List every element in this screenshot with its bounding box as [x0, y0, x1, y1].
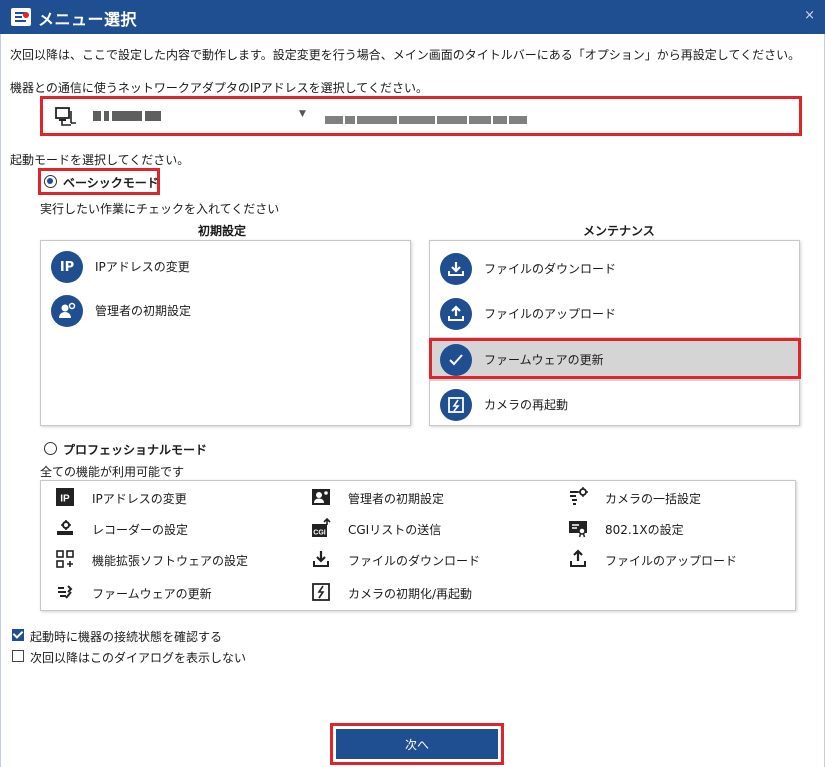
next-button[interactable]: 次へ: [336, 729, 498, 759]
app-logo-icon: [11, 8, 31, 26]
professional-functions-panel: IP IPアドレスの変更 レコーダーの設定 機能拡張ソフトウェアの設定 ファーム…: [40, 480, 796, 611]
check-connection-label[interactable]: 起動時に機器の接続状態を確認する: [30, 628, 222, 645]
initial-item-ip-change[interactable]: IP IPアドレスの変更: [41, 244, 410, 288]
pro-item-label: CGIリストの送信: [348, 523, 442, 537]
initial-settings-panel: IP IPアドレスの変更 管理者の初期設定: [40, 240, 411, 426]
professional-mode-radio[interactable]: [44, 442, 57, 455]
maint-item-upload[interactable]: ファイルのアップロード: [430, 291, 799, 335]
maint-item-label: ファイルのダウンロード: [484, 262, 617, 276]
admin-user-icon: [51, 295, 83, 327]
title-bar: メニュー選択 ×: [0, 0, 825, 34]
svg-text:CGI: CGI: [313, 530, 326, 537]
hide-dialog-checkbox[interactable]: [12, 650, 24, 662]
firmware-update-icon: [54, 582, 76, 602]
computer-network-icon: [55, 107, 76, 126]
adapter-select[interactable]: ▼: [40, 96, 802, 136]
admin-user-icon: [310, 487, 332, 507]
basic-mode-hint: 実行したい作業にチェックを入れてください: [40, 202, 280, 216]
chevron-down-icon[interactable]: ▼: [299, 109, 306, 119]
pro-item-label: 802.1Xの設定: [605, 523, 684, 537]
check-connection-checkbox[interactable]: [12, 629, 24, 641]
maint-item-restart[interactable]: カメラの再起動: [430, 382, 799, 426]
close-icon[interactable]: ×: [804, 8, 815, 23]
hide-dialog-label[interactable]: 次回以降はこのダイアログを表示しない: [30, 649, 246, 666]
pro-item-label: 機能拡張ソフトウェアの設定: [92, 554, 249, 568]
maint-item-label: ファイルのアップロード: [484, 307, 617, 321]
pro-item-label: 管理者の初期設定: [348, 492, 445, 506]
adapter-selected-value: [93, 108, 164, 122]
firmware-highlight: [429, 338, 801, 379]
pro-item-label: レコーダーの設定: [92, 523, 189, 537]
download-icon: [310, 549, 332, 569]
maintenance-heading: メンテナンス: [583, 224, 655, 238]
next-button-highlight: 次へ: [330, 723, 504, 765]
initial-item-admin[interactable]: 管理者の初期設定: [41, 288, 410, 332]
pro-item-label: ファイルのダウンロード: [348, 554, 481, 568]
adapter-address-blurred: [325, 112, 529, 126]
professional-mode-label[interactable]: プロフェッショナルモード: [63, 441, 207, 458]
batch-settings-icon: [567, 487, 589, 507]
window-title: メニュー選択: [38, 10, 138, 29]
basic-mode-label[interactable]: ベーシックモード: [63, 174, 159, 191]
intro-text: 次回以降は、ここで設定した内容で動作します。設定変更を行う場合、メイン画面のタイ…: [10, 48, 801, 62]
initial-item-label: 管理者の初期設定: [95, 304, 192, 318]
professional-mode-hint: 全ての機能が利用可能です: [40, 465, 185, 479]
restart-icon: [440, 389, 472, 421]
ip-address-icon: IP: [54, 487, 76, 507]
maint-item-label: カメラの再起動: [484, 398, 569, 412]
security-cert-icon: [567, 518, 589, 538]
extension-apps-icon: [54, 549, 76, 569]
svg-text:IP: IP: [60, 494, 70, 505]
pro-item-label: ファイルのアップロード: [605, 554, 738, 568]
adapter-prompt: 機器との通信に使うネットワークアダプタのIPアドレスを選択してください。: [10, 81, 428, 95]
recorder-settings-icon: [54, 518, 76, 538]
basic-mode-radio[interactable]: [44, 175, 57, 188]
pro-item-label: カメラの一括設定: [605, 492, 702, 506]
cgi-upload-icon: CGI: [310, 518, 332, 538]
restart-icon: [310, 582, 332, 602]
pro-item-label: カメラの初期化/再起動: [348, 587, 473, 601]
maintenance-panel: ファイルのダウンロード ファイルのアップロード ファームウェアの更新 カメラの再…: [429, 240, 800, 426]
download-icon: [440, 253, 472, 285]
maint-item-download[interactable]: ファイルのダウンロード: [430, 246, 799, 290]
initial-settings-heading: 初期設定: [198, 224, 247, 238]
upload-icon: [440, 298, 472, 330]
pro-item-label: ファームウェアの更新: [92, 587, 212, 601]
initial-item-label: IPアドレスの変更: [95, 260, 190, 274]
pro-item-label: IPアドレスの変更: [92, 492, 187, 506]
mode-prompt: 起動モードを選択してください。: [10, 153, 190, 167]
ip-address-icon: IP: [51, 251, 83, 283]
upload-icon: [567, 549, 589, 569]
